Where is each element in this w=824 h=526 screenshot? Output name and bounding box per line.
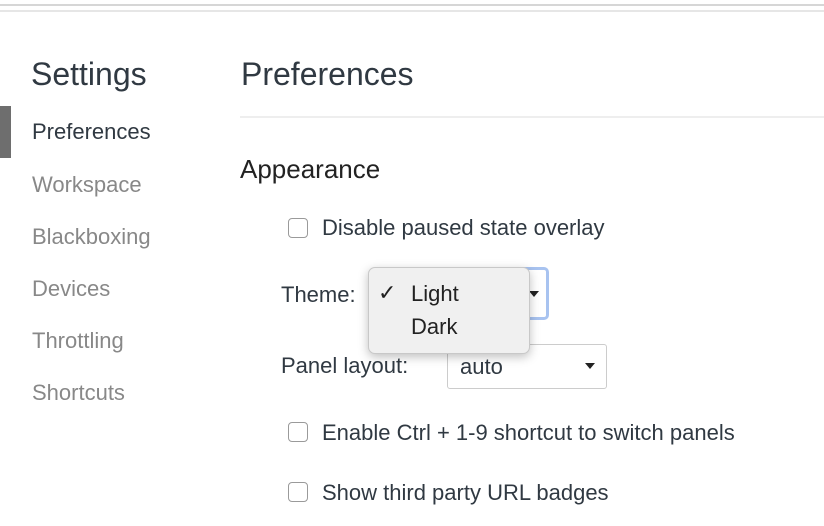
theme-option-light[interactable]: Light — [411, 281, 459, 307]
window-top-border — [0, 4, 824, 6]
sidebar-item-workspace[interactable]: Workspace — [32, 172, 142, 198]
url-badges-label: Show third party URL badges — [322, 480, 609, 505]
panel-layout-label: Panel layout: — [281, 353, 409, 378]
theme-option-dark[interactable]: Dark — [411, 314, 457, 340]
checkmark-icon: ✓ — [378, 280, 397, 305]
url-badges-checkbox[interactable] — [288, 482, 308, 502]
sidebar-item-throttling[interactable]: Throttling — [32, 328, 124, 354]
chevron-down-icon — [585, 363, 595, 369]
chevron-down-icon — [529, 291, 539, 297]
sidebar-item-devices[interactable]: Devices — [32, 276, 110, 302]
sidebar-item-preferences[interactable]: Preferences — [32, 119, 151, 145]
sidebar-item-shortcuts[interactable]: Shortcuts — [32, 380, 125, 406]
theme-dropdown-menu: ✓ Light Dark — [368, 267, 530, 354]
disable-overlay-label: Disable paused state overlay — [322, 215, 605, 240]
sidebar-item-blackboxing[interactable]: Blackboxing — [32, 224, 151, 250]
settings-title: Settings — [31, 56, 147, 92]
ctrl-shortcut-label: Enable Ctrl + 1-9 shortcut to switch pan… — [322, 420, 735, 445]
ctrl-shortcut-checkbox[interactable] — [288, 422, 308, 442]
header-divider — [240, 116, 824, 118]
theme-label: Theme: — [281, 282, 356, 307]
window-top-border — [0, 10, 824, 12]
section-title: Appearance — [240, 154, 381, 184]
active-indicator — [0, 106, 11, 158]
page-title: Preferences — [241, 56, 414, 92]
disable-overlay-checkbox[interactable] — [288, 218, 308, 238]
panel-layout-value: auto — [460, 354, 503, 379]
